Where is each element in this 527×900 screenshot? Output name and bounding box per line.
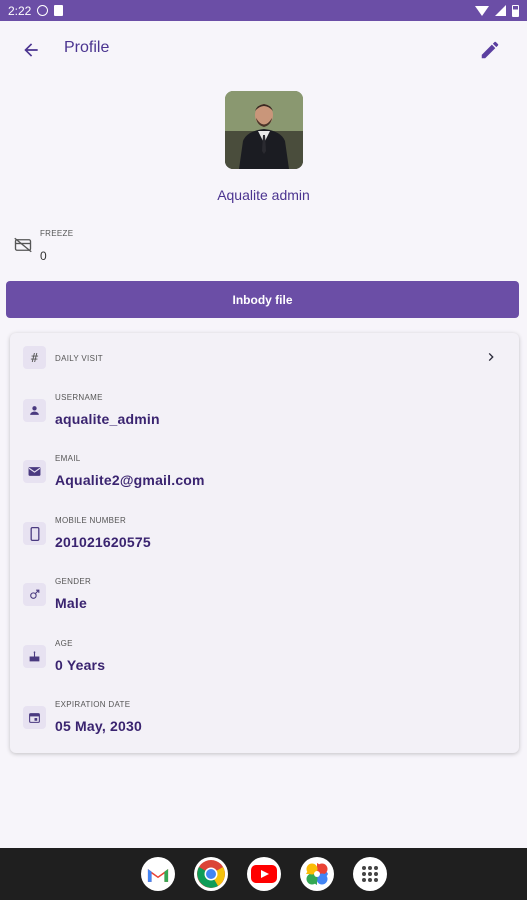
avatar xyxy=(225,91,303,169)
username-value: aqualite_admin xyxy=(55,411,160,427)
wifi-icon xyxy=(475,5,489,16)
card-off-icon xyxy=(14,237,32,253)
gender-value: Male xyxy=(55,595,87,611)
notification-icon xyxy=(37,5,49,16)
profile-name: Aqualite admin xyxy=(217,187,310,203)
gender-icon xyxy=(23,583,46,606)
daily-visit-label: DAILY VISIT xyxy=(55,354,103,363)
status-time: 2:22 xyxy=(8,3,32,18)
page-title: Profile xyxy=(64,39,110,56)
gender-label: GENDER xyxy=(55,577,92,586)
status-bar: 2:22 xyxy=(0,0,527,21)
cake-icon xyxy=(23,645,46,668)
username-label: USERNAME xyxy=(55,393,103,402)
expiration-label: EXPIRATION DATE xyxy=(55,700,131,709)
phone-icon xyxy=(23,522,46,545)
gender-row: GENDER Male xyxy=(10,575,519,625)
mobile-value: 201021620575 xyxy=(55,534,151,550)
details-card: # DAILY VISIT USERNAME aqualite_admin EM… xyxy=(10,333,519,753)
mobile-row: MOBILE NUMBER 201021620575 xyxy=(10,514,519,564)
hash-icon: # xyxy=(23,346,46,369)
age-value: 0 Years xyxy=(55,657,106,673)
youtube-icon[interactable] xyxy=(246,857,281,891)
daily-visit-row[interactable]: # DAILY VISIT xyxy=(10,333,519,383)
pencil-icon xyxy=(481,41,499,59)
chevron-right-icon[interactable] xyxy=(483,349,499,365)
back-button[interactable] xyxy=(16,35,46,65)
profile-photo xyxy=(225,91,303,169)
calendar-icon xyxy=(23,706,46,729)
photos-icon[interactable] xyxy=(299,857,334,891)
gmail-icon[interactable] xyxy=(140,857,175,891)
age-row: AGE 0 Years xyxy=(10,637,519,687)
expiration-value: 05 May, 2030 xyxy=(55,718,142,734)
email-value: Aqualite2@gmail.com xyxy=(55,472,205,488)
arrow-back-icon xyxy=(24,43,38,57)
app-bar: Profile xyxy=(0,21,527,77)
mobile-label: MOBILE NUMBER xyxy=(55,516,127,525)
person-icon xyxy=(23,399,46,422)
expiration-row: EXPIRATION DATE 05 May, 2030 xyxy=(10,698,519,748)
signal-icon xyxy=(495,5,506,16)
app-drawer-icon[interactable] xyxy=(352,857,387,891)
email-icon xyxy=(23,460,46,483)
battery-icon xyxy=(512,4,519,17)
edit-button[interactable] xyxy=(475,35,505,65)
username-row: USERNAME aqualite_admin xyxy=(10,391,519,441)
email-row: EMAIL Aqualite2@gmail.com xyxy=(10,452,519,502)
email-label: EMAIL xyxy=(55,454,81,463)
inbody-file-button[interactable]: Inbody file xyxy=(6,281,519,318)
freeze-label: FREEZE xyxy=(40,229,74,238)
app-dock xyxy=(0,848,527,900)
age-label: AGE xyxy=(55,639,73,648)
sim-card-icon xyxy=(54,5,64,16)
freeze-value: 0 xyxy=(40,249,47,263)
chrome-icon[interactable] xyxy=(193,857,228,891)
